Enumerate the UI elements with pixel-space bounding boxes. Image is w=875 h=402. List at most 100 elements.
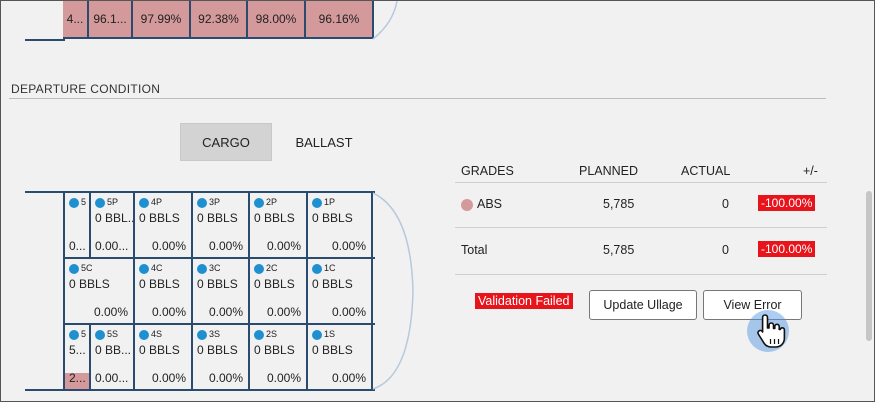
- tank-volume: 0 BBLS: [312, 343, 353, 357]
- grid-line: [63, 257, 375, 259]
- tank-slop-starboard[interactable]: 5 5... 2...: [65, 325, 89, 389]
- tank-volume: 0 BBL...: [95, 211, 133, 225]
- divider: [9, 98, 826, 99]
- tank-1s[interactable]: 1S 0 BBLS 0.00%: [308, 325, 371, 389]
- grid-baseline: [25, 191, 65, 193]
- tank-cell[interactable]: 4...: [63, 1, 89, 39]
- tank-cell[interactable]: 92.38%: [191, 1, 248, 39]
- tank-cell[interactable]: 96.1...: [89, 1, 133, 39]
- tank-marker-icon: [312, 329, 322, 340]
- grid-baseline: [25, 389, 65, 391]
- planned-total: 5,785: [603, 243, 635, 257]
- tank-5p[interactable]: 5P 0 BBL... 0.00...: [91, 193, 133, 257]
- tank-cell[interactable]: 97.99%: [133, 1, 191, 39]
- tank-marker-icon: [197, 329, 207, 340]
- tank-4p[interactable]: 4P 0 BBLS 0.00%: [135, 193, 191, 257]
- tank-marker-icon: [139, 329, 149, 340]
- col-actual: ACTUAL: [681, 164, 731, 178]
- tank-cell[interactable]: 98.00%: [248, 1, 306, 39]
- diff-badge: -100.00%: [758, 195, 816, 211]
- tank-percent: 0.00%: [331, 305, 366, 319]
- grid-line: [306, 191, 308, 391]
- tank-percent: 0.00%: [266, 371, 301, 385]
- tank-percent: 0.00%: [151, 305, 186, 319]
- tank-percent: 0.00...: [95, 239, 129, 253]
- grid-line: [191, 191, 193, 391]
- scrollbar-thumb[interactable]: [866, 191, 872, 341]
- tank-marker-icon: [197, 197, 207, 208]
- col-planned: PLANNED: [579, 164, 639, 178]
- tank-1c[interactable]: 1C 0 BBLS 0.00%: [308, 259, 371, 323]
- grid-line: [89, 191, 91, 257]
- tank-marker-icon: [254, 197, 264, 208]
- tank-5s[interactable]: 5S 0 BB... 0.00...: [91, 325, 133, 389]
- tank-marker-icon: [254, 329, 264, 340]
- tank-percent: 0.00%: [151, 371, 186, 385]
- divider: [455, 274, 827, 275]
- tank-2s[interactable]: 2S 0 BBLS 0.00%: [250, 325, 306, 389]
- tank-3s[interactable]: 3S 0 BBLS 0.00%: [193, 325, 248, 389]
- tank-volume: 0 BBLS: [254, 343, 295, 357]
- tank-volume: 0 BBLS: [139, 343, 180, 357]
- tank-percent: 0.00%: [208, 239, 243, 253]
- departure-tank-grid: 5 0... 5P 0 BBL... 0.00... 4P 0 BBLS 0.0…: [63, 191, 375, 391]
- grade-color-dot: [461, 198, 473, 211]
- tank-4s[interactable]: 4S 0 BBLS 0.00%: [135, 325, 191, 389]
- tank-cell[interactable]: 96.16%: [306, 1, 374, 39]
- tab-cargo[interactable]: CARGO: [180, 123, 272, 161]
- tank-volume: 0...: [69, 239, 86, 253]
- grid-line: [248, 191, 250, 391]
- total-label: Total: [461, 243, 488, 257]
- tank-marker-icon: [69, 263, 79, 274]
- grid-line: [63, 389, 375, 391]
- tank-2c[interactable]: 2C 0 BBLS 0.00%: [250, 259, 306, 323]
- tank-volume: 0 BBLS: [139, 211, 180, 225]
- tank-3p[interactable]: 3P 0 BBLS 0.00%: [193, 193, 248, 257]
- diff-badge: -100.00%: [758, 241, 816, 257]
- scrollbar[interactable]: [862, 1, 874, 401]
- tank-slop-port[interactable]: 5 0...: [65, 193, 89, 257]
- tank-marker-icon: [69, 329, 79, 340]
- actual-value: 0: [722, 197, 729, 211]
- tank-4c[interactable]: 4C 0 BBLS 0.00%: [135, 259, 191, 323]
- tank-percent: 0.00%: [208, 305, 243, 319]
- ship-bow-outline: [372, 192, 414, 390]
- tank-3c[interactable]: 3C 0 BBLS 0.00%: [193, 259, 248, 323]
- arrival-tank-row: 4... 96.1... 97.99% 92.38% 98.00% 96.16%: [63, 1, 374, 39]
- grid-line: [89, 323, 91, 391]
- tank-percent: 0.00%: [266, 239, 301, 253]
- tank-percent: 0.00%: [93, 305, 128, 319]
- grid-line: [63, 323, 375, 325]
- tank-percent: 0.00%: [331, 239, 366, 253]
- tank-volume: 0 BB...: [95, 343, 132, 357]
- hand-cursor-icon: [757, 314, 786, 348]
- tab-ballast[interactable]: BALLAST: [278, 123, 370, 161]
- ship-bow-outline: [372, 1, 398, 40]
- tank-marker-icon: [139, 263, 149, 274]
- tank-marker-icon: [69, 197, 79, 208]
- tank-volume: 0 BBLS: [69, 277, 110, 291]
- tank-percent: 0.00%: [151, 239, 186, 253]
- tank-percent: 0.00%: [331, 371, 366, 385]
- tank-volume: 0 BBLS: [312, 211, 353, 225]
- tank-5c[interactable]: 5C 0 BBLS 0.00%: [65, 259, 133, 323]
- grid-line: [133, 191, 135, 391]
- tank-2p[interactable]: 2P 0 BBLS 0.00%: [250, 193, 306, 257]
- divider: [455, 182, 827, 183]
- tank-volume: 5...: [69, 343, 86, 357]
- tank-marker-icon: [95, 329, 105, 340]
- update-ullage-button[interactable]: Update Ullage: [589, 290, 697, 320]
- tank-volume: 0 BBLS: [197, 277, 238, 291]
- planned-value: 5,785: [603, 197, 635, 211]
- app-window: 4... 96.1... 97.99% 92.38% 98.00% 96.16%…: [0, 0, 875, 402]
- grid-line: [63, 191, 375, 193]
- col-grades: GRADES: [461, 164, 514, 178]
- tank-marker-icon: [139, 197, 149, 208]
- grid-baseline: [25, 39, 65, 41]
- tank-marker-icon: [312, 263, 322, 274]
- tank-percent: 0.00%: [266, 305, 301, 319]
- tank-marker-icon: [95, 197, 105, 208]
- tank-volume: 0 BBLS: [312, 277, 353, 291]
- tank-1p[interactable]: 1P 0 BBLS 0.00%: [308, 193, 371, 257]
- tank-volume: 0 BBLS: [197, 343, 238, 357]
